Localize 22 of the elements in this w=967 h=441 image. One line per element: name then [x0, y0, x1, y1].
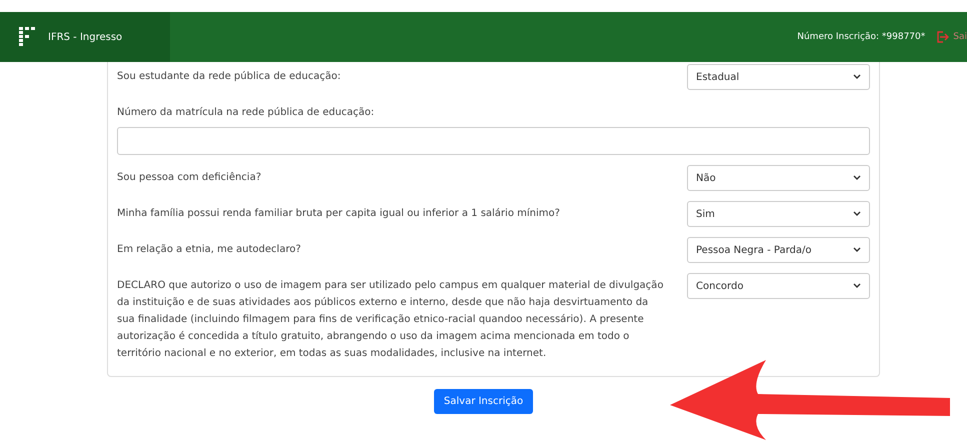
- app-title: IFRS - Ingresso: [48, 32, 122, 42]
- field-label: Minha família possui renda familiar bruta per capita igual ou inferior a 1 salário mínimo?: [117, 207, 561, 221]
- select-field[interactable]: Pessoa Negra - Parda/o: [687, 237, 870, 263]
- registration-number: Número Inscrição: *998770*: [797, 32, 926, 42]
- chevron-icon: [853, 211, 861, 217]
- field-label: Sou pessoa com deficiência?: [117, 171, 262, 185]
- logout-icon[interactable]: [935, 31, 950, 43]
- logo-icon: [18, 26, 38, 48]
- save-button[interactable]: Salvar Inscrição: [434, 389, 534, 414]
- select-field[interactable]: Concordo: [687, 273, 870, 299]
- select-field[interactable]: Sim: [687, 201, 870, 227]
- chevron-icon: [853, 175, 861, 181]
- input-field[interactable]: [117, 127, 870, 155]
- field-label: Sou estudante da rede pública de educação:: [117, 70, 342, 84]
- field-label: DECLARO que autorizo o uso de imagem para ser utilizado pelo campus em qualquer material de divulgação da instituição e de suas atividades aos públicos externo e interno, desde que não haja desvirtuamento da sua finalidade (incluindo filmagem para fins de verificação etnico-racial quandoo necessário). A presente autorização é concedida a título gratuito, abrangendo o uso da imagem acima mencionada em todo o território nacional e no exterior, em todas as suas modalidades, inclusive na internet.: [117, 279, 664, 361]
- chevron-icon: [853, 247, 861, 253]
- select-field[interactable]: Estadual: [687, 64, 870, 90]
- chevron-icon: [853, 74, 861, 80]
- field-label: Número da matrícula na rede pública de educação:: [117, 106, 376, 120]
- field-label: Em relação a etnia, me autodeclaro?: [117, 243, 302, 257]
- select-field[interactable]: Não: [687, 165, 870, 191]
- chevron-icon: [853, 283, 861, 289]
